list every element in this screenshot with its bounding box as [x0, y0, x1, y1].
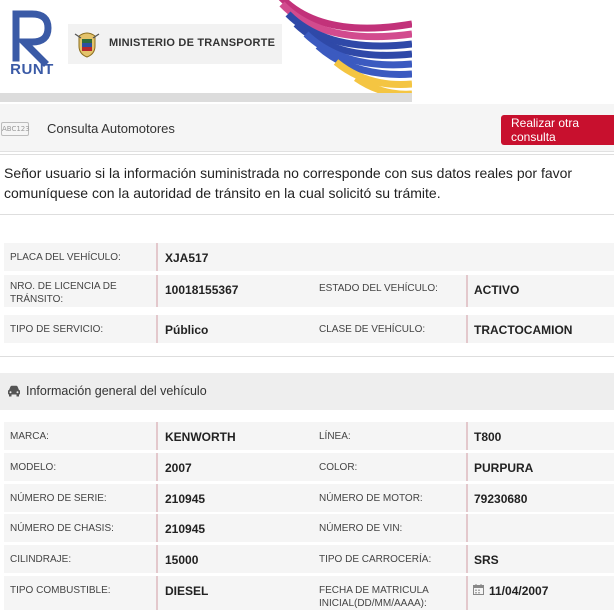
vin-label: NÚMERO DE VIN:: [319, 523, 403, 534]
chasis-label: NÚMERO DE CHASIS:: [10, 523, 114, 534]
divider-line: [0, 214, 614, 215]
section-title: Información general del vehículo: [26, 384, 207, 398]
ministry-badge: MINISTERIO DE TRANSPORTE: [68, 24, 282, 64]
linea-value: T800: [474, 430, 502, 444]
cell-divider: [466, 484, 468, 512]
cilindraje-label: CILINDRAJE:: [10, 554, 72, 565]
combustible-label: TIPO COMBUSTIBLE:: [10, 585, 111, 596]
licencia-label: NRO. DE LICENCIA DE TRÁNSITO:: [10, 281, 117, 305]
info-row-chasis: NÚMERO DE CHASIS: 210945 NÚMERO DE VIN:: [4, 514, 614, 542]
coat-of-arms-icon: [74, 32, 100, 58]
cell-divider: [466, 576, 468, 610]
motor-label: NÚMERO DE MOTOR:: [319, 493, 423, 504]
cell-divider: [156, 453, 158, 481]
matricula-label: FECHA DE MATRICULA INICIAL(DD/MM/AAAA):: [319, 585, 429, 609]
summary-row-placa: PLACA DEL VEHÍCULO: XJA517: [4, 243, 614, 271]
matricula-value: 11/04/2007: [489, 584, 549, 598]
summary-row-licencia: NRO. DE LICENCIA DE TRÁNSITO: 1001815536…: [4, 275, 614, 307]
chasis-value: 210945: [165, 522, 206, 536]
runt-logo-text: RUNT: [10, 61, 54, 78]
cell-divider: [466, 545, 468, 573]
modelo-value: 2007: [165, 461, 192, 475]
cell-divider: [466, 453, 468, 481]
new-query-button[interactable]: Realizar otra consulta: [501, 115, 614, 145]
serie-label: NÚMERO DE SERIE:: [10, 493, 107, 504]
placa-value: XJA517: [165, 251, 209, 265]
marca-value: KENWORTH: [165, 430, 236, 444]
top-banner: RUNT MINISTERIO DE TRANSPORTE: [0, 0, 412, 93]
motor-value: 79230680: [474, 492, 528, 506]
page-title: Consulta Automotores: [47, 121, 175, 136]
cell-divider: [156, 484, 158, 512]
cell-divider: [466, 315, 468, 343]
info-row-combustible: TIPO COMBUSTIBLE: DIESEL FECHA DE MATRIC…: [4, 576, 614, 610]
cell-divider: [156, 243, 158, 271]
cell-divider: [466, 275, 468, 307]
cilindraje-value: 15000: [165, 553, 199, 567]
cell-divider: [156, 514, 158, 542]
ministry-name: MINISTERIO DE TRANSPORTE: [109, 37, 276, 49]
banner-spacer: [412, 0, 614, 93]
general-info-section-header: Información general del vehículo: [0, 373, 614, 410]
clase-label: CLASE DE VEHÍCULO:: [319, 324, 426, 335]
combustible-value: DIESEL: [165, 584, 209, 598]
info-row-cilindraje: CILINDRAJE: 15000 TIPO DE CARROCERÍA: SR…: [4, 545, 614, 573]
info-row-serie: NÚMERO DE SERIE: 210945 NÚMERO DE MOTOR:…: [4, 484, 614, 512]
cell-divider: [466, 514, 468, 542]
serie-value: 210945: [165, 492, 206, 506]
cell-divider: [156, 315, 158, 343]
divider-line: [0, 356, 614, 357]
cell-divider: [466, 422, 468, 450]
calendar-icon: [473, 584, 484, 595]
cell-divider: [156, 275, 158, 307]
estado-label: ESTADO DEL VEHÍCULO:: [319, 283, 438, 294]
placa-label: PLACA DEL VEHÍCULO:: [10, 252, 121, 263]
banner-bottom-strip: [0, 93, 412, 102]
licencia-value: 10018155367: [165, 283, 239, 297]
license-plate-icon: ABC123: [1, 122, 30, 136]
user-notice: Señor usuario si la información suminist…: [4, 165, 573, 201]
color-value: PURPURA: [474, 461, 534, 475]
modelo-label: MODELO:: [10, 462, 57, 473]
cell-divider: [156, 576, 158, 610]
car-icon: [8, 385, 20, 397]
linea-label: LÍNEA:: [319, 431, 351, 442]
info-row-marca: MARCA: KENWORTH LÍNEA: T800: [4, 422, 614, 450]
summary-row-servicio: TIPO DE SERVICIO: Público CLASE DE VEHÍC…: [4, 315, 614, 343]
carroceria-value: SRS: [474, 553, 499, 567]
clase-value: TRACTOCAMION: [474, 323, 573, 337]
decorative-waves: [278, 0, 412, 93]
servicio-value: Público: [165, 323, 209, 337]
divider-line: [0, 154, 614, 155]
estado-value: ACTIVO: [474, 283, 520, 297]
servicio-label: TIPO DE SERVICIO:: [10, 324, 104, 335]
cell-divider: [156, 422, 158, 450]
carroceria-label: TIPO DE CARROCERÍA:: [319, 554, 432, 565]
marca-label: MARCA:: [10, 431, 49, 442]
info-row-modelo: MODELO: 2007 COLOR: PURPURA: [4, 453, 614, 481]
color-label: COLOR:: [319, 462, 358, 473]
cell-divider: [156, 545, 158, 573]
